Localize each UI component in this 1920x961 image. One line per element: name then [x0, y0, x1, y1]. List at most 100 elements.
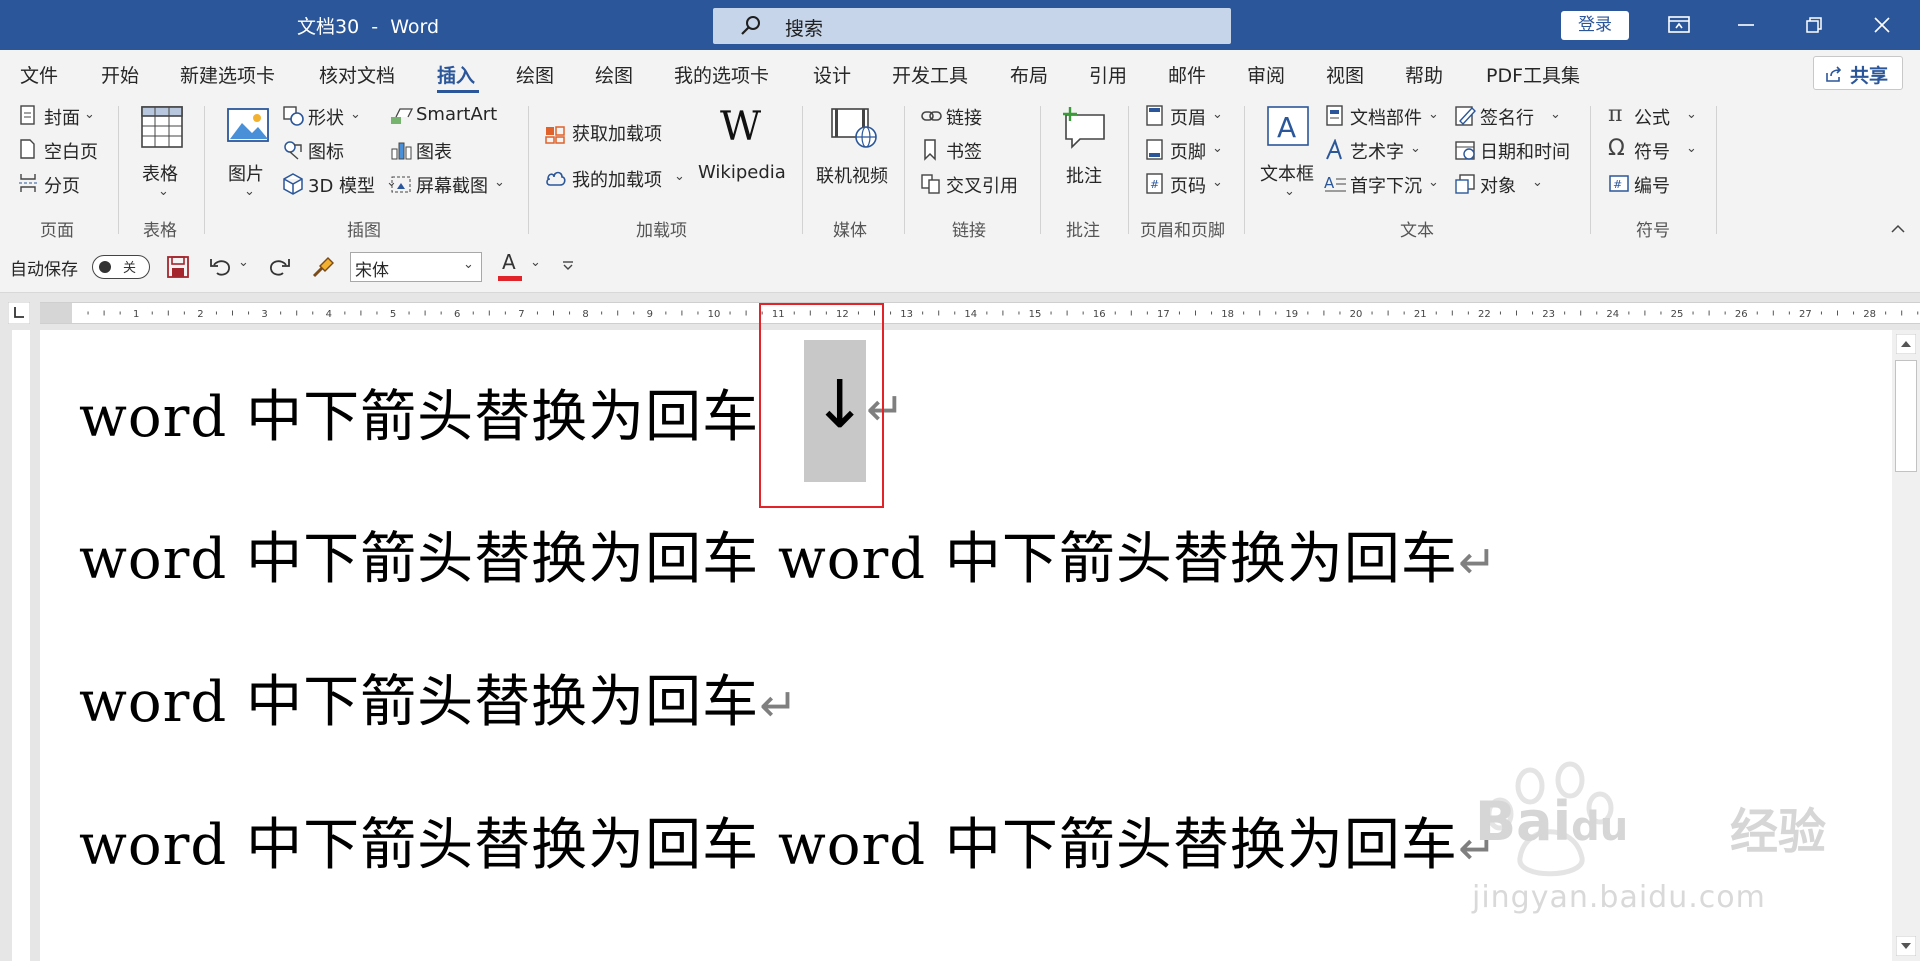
ruler-number: 3 — [261, 309, 267, 320]
tab-file[interactable]: 文件 — [20, 61, 58, 88]
tab-mailings[interactable]: 邮件 — [1168, 61, 1206, 88]
login-button[interactable]: 登录 — [1561, 11, 1629, 40]
tab-check-doc[interactable]: 核对文档 — [319, 61, 395, 88]
table-button[interactable]: 表格 ⌄ — [138, 104, 188, 204]
share-button[interactable]: 共享 — [1813, 56, 1903, 90]
scroll-down-icon[interactable] — [1896, 936, 1916, 956]
tab-view[interactable]: 视图 — [1326, 61, 1364, 88]
tab-insert[interactable]: 插入 — [437, 61, 475, 88]
format-painter-icon[interactable] — [310, 254, 336, 280]
online-video-icon — [831, 108, 877, 148]
document-line-3[interactable]: word 中下箭头替换为回车↵ — [79, 657, 799, 738]
ruler-number: 15 — [1029, 309, 1042, 320]
page-break-icon — [19, 174, 38, 192]
ruler-number: 13 — [900, 309, 913, 320]
ruler-number: 4 — [326, 309, 332, 320]
redo-icon[interactable] — [266, 255, 292, 279]
undo-dropdown-icon[interactable]: ⌄ — [238, 255, 249, 270]
calendar-icon — [1455, 141, 1475, 160]
group-label-symbols: 符号 — [1636, 221, 1670, 241]
cover-page-label: 封面 — [44, 108, 80, 129]
picture-button[interactable]: 图片 ⌄ — [224, 104, 274, 204]
document-line-1[interactable]: word 中下箭头替换为回车 — [79, 372, 759, 453]
watermark-cn: 经验 — [1730, 804, 1827, 860]
scroll-up-icon[interactable] — [1896, 334, 1916, 354]
scrollbar-thumb[interactable] — [1895, 360, 1917, 472]
numbering-label: 编号 — [1634, 176, 1670, 197]
tab-review[interactable]: 审阅 — [1247, 61, 1285, 88]
ruler-number: 8 — [582, 309, 588, 320]
quick-parts-icon — [1326, 105, 1343, 126]
window-title: 文档30 - Word — [297, 16, 440, 38]
customize-qat-icon[interactable] — [562, 261, 574, 271]
watermark-brand: Baidu — [1475, 790, 1629, 853]
ruler-number: 19 — [1285, 309, 1298, 320]
store-icon — [545, 126, 565, 144]
smartart-icon — [391, 108, 414, 124]
vertical-ruler[interactable] — [12, 330, 30, 961]
screenshot-icon — [391, 176, 411, 193]
text-box-button[interactable]: A 文本框 ⌄ — [1258, 104, 1318, 204]
tab-pdf-tools[interactable]: PDF工具集 — [1486, 61, 1580, 88]
cube-icon — [283, 173, 303, 195]
search-box[interactable]: 搜索 — [713, 8, 1231, 44]
picture-icon — [227, 108, 269, 142]
horizontal-ruler[interactable]: 1 2 3 4 5 6 7 8 9 10 11 12 13 14 15 16 17 18 19 20 21 22 23 24 2… — [40, 302, 1920, 324]
close-icon — [1874, 17, 1890, 33]
vertical-scrollbar[interactable] — [1892, 330, 1920, 961]
tab-references[interactable]: 引用 — [1089, 61, 1127, 88]
tab-developer[interactable]: 开发工具 — [892, 61, 968, 88]
ruler-number: 18 — [1221, 309, 1234, 320]
ruler-number: 22 — [1478, 309, 1491, 320]
collapse-ribbon-icon[interactable] — [1890, 224, 1906, 234]
autosave-toggle[interactable]: 关 — [92, 255, 150, 279]
ruler-number: 20 — [1350, 309, 1363, 320]
tab-draw[interactable]: 绘图 — [516, 61, 554, 88]
tab-my-tab[interactable]: 我的选项卡 — [674, 61, 769, 88]
tab-home[interactable]: 开始 — [101, 61, 139, 88]
save-icon[interactable] — [166, 255, 190, 279]
drop-cap-label: 首字下沉 — [1350, 176, 1422, 197]
group-label-header-footer: 页眉和页脚 — [1140, 221, 1225, 241]
font-color-dropdown-icon[interactable]: ⌄ — [530, 255, 541, 270]
font-color-button[interactable]: A — [498, 250, 526, 282]
close-button[interactable] — [1857, 7, 1907, 43]
comment-label: 批注 — [1066, 166, 1102, 187]
smartart-label: SmartArt — [416, 104, 498, 125]
date-time-label: 日期和时间 — [1480, 142, 1570, 163]
tab-design[interactable]: 设计 — [813, 61, 851, 88]
comment-button[interactable]: 批注 — [1058, 104, 1114, 204]
symbol-label: 符号 — [1634, 142, 1670, 163]
ribbon-insert: 封面 ⌄ 空白页 分页 页面 表格 ⌄ 表格 图片 ⌄ 形状 ⌄ 图标 3D 模型 ⌄… — [0, 96, 1920, 243]
document-line-2[interactable]: word 中下箭头替换为回车 word 中下箭头替换为回车↵ — [79, 514, 1497, 595]
tab-selector-icon[interactable] — [8, 302, 30, 324]
tab-new-tab[interactable]: 新建选项卡 — [180, 61, 275, 88]
ruler-number: 14 — [964, 309, 977, 320]
title-bar: 文档30 - Word 搜索 登录 — [0, 0, 1920, 50]
link-icon — [921, 111, 942, 121]
svg-text:#: # — [1613, 178, 1622, 191]
paragraph-mark-2: ↵ — [1457, 535, 1498, 589]
wikipedia-button[interactable]: W Wikipedia — [696, 104, 792, 204]
ruler-number: 26 — [1735, 309, 1748, 320]
group-label-pages: 页面 — [40, 221, 74, 241]
tab-layout[interactable]: 布局 — [1010, 61, 1048, 88]
icons-icon — [284, 141, 302, 160]
font-name-select[interactable]: 宋体 ⌄ — [350, 252, 482, 282]
line-3-text: word 中下箭头替换为回车 — [79, 670, 760, 735]
tab-help[interactable]: 帮助 — [1405, 61, 1443, 88]
minimize-button[interactable] — [1721, 7, 1771, 43]
chart-label: 图表 — [416, 142, 452, 163]
object-icon — [1455, 174, 1475, 194]
tab-draw-2[interactable]: 绘图 — [595, 61, 633, 88]
ruler-number: 17 — [1157, 309, 1170, 320]
restore-button[interactable] — [1789, 7, 1839, 43]
bookmark-label: 书签 — [946, 142, 982, 163]
document-line-4[interactable]: word 中下箭头替换为回车 word 中下箭头替换为回车↵ — [79, 800, 1497, 881]
online-video-button[interactable]: 联机视频 — [814, 104, 894, 204]
wikipedia-label: Wikipedia — [698, 162, 786, 183]
undo-icon[interactable] — [208, 255, 234, 279]
ribbon-display-options-button[interactable] — [1653, 7, 1703, 43]
line-4-text: word 中下箭头替换为回车 word 中下箭头替换为回车 — [79, 813, 1458, 878]
drop-cap-icon: A — [1324, 174, 1346, 192]
